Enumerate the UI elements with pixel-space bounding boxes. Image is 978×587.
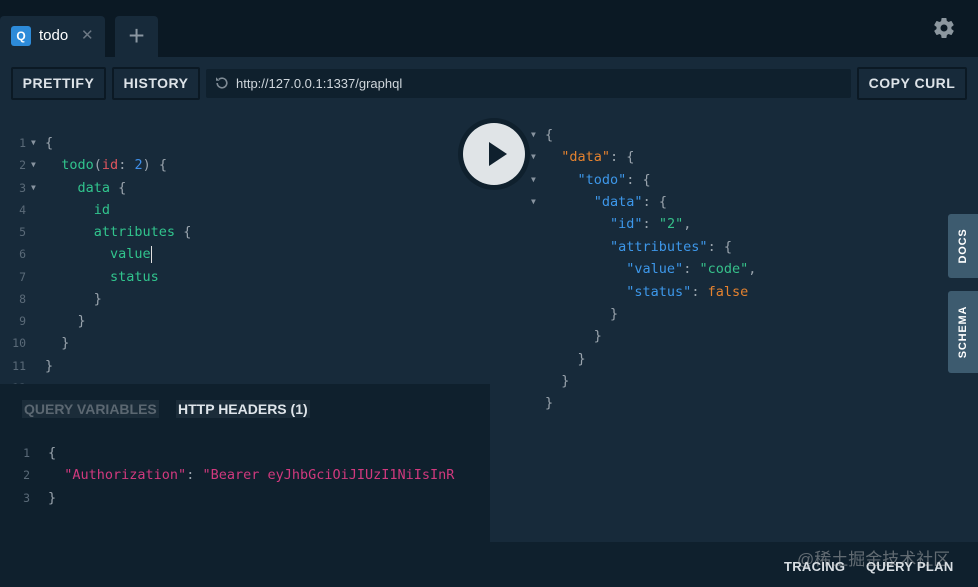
- code-line: }: [545, 395, 554, 411]
- tab-todo[interactable]: Q todo ✕: [0, 16, 105, 57]
- fold-arrow-icon[interactable]: ▼: [531, 124, 536, 146]
- copy-curl-button[interactable]: COPY CURL: [857, 67, 967, 100]
- execute-query-button[interactable]: [458, 118, 530, 190]
- fold-arrow-icon[interactable]: ▼: [31, 154, 36, 176]
- endpoint-url-input[interactable]: http://127.0.0.1:1337/graphql: [206, 69, 851, 98]
- line-number: 6: [19, 247, 26, 261]
- graphql-query-badge: Q: [11, 26, 31, 46]
- fold-arrow-icon[interactable]: ▼: [531, 146, 536, 168]
- code-line: "status": false: [626, 284, 749, 300]
- line-number: 8: [19, 292, 26, 306]
- fold-arrow-icon[interactable]: ▼: [531, 169, 536, 191]
- line-number: 3: [19, 181, 26, 195]
- code-line: "data": {: [561, 149, 635, 165]
- code-line: value: [110, 245, 152, 263]
- query-editor[interactable]: 1 2 3 4 5 6 7 8 9 10 11 12 ▼ ▼ ▼ { todo(…: [0, 109, 490, 384]
- variables-tabs: QUERY VARIABLES HTTP HEADERS (1): [0, 384, 490, 429]
- line-number: 11: [12, 359, 26, 373]
- add-tab-button[interactable]: +: [115, 16, 158, 57]
- code-line: {: [45, 135, 54, 151]
- code-line: status: [110, 269, 159, 285]
- line-number: 4: [19, 203, 26, 217]
- code-line: }: [77, 313, 86, 329]
- line-number: 7: [19, 270, 26, 284]
- docs-tab[interactable]: DOCS: [948, 214, 978, 278]
- line-number: 5: [19, 225, 26, 239]
- code-line: }: [593, 328, 602, 344]
- gear-icon[interactable]: [932, 16, 956, 40]
- close-icon[interactable]: ✕: [81, 26, 94, 44]
- code-line: "attributes": {: [610, 239, 732, 255]
- code-line: }: [61, 335, 70, 351]
- http-headers-editor[interactable]: 1 2 3 { "Authorization": "Bearer eyJhbGc…: [0, 429, 490, 587]
- code-line: }: [577, 351, 586, 367]
- code-line: attributes {: [93, 224, 192, 240]
- tab-bar: Q todo ✕ +: [0, 0, 978, 57]
- schema-tab[interactable]: SCHEMA: [948, 291, 978, 373]
- code-line: data {: [77, 180, 127, 196]
- code-line: }: [561, 373, 570, 389]
- fold-arrow-icon[interactable]: ▼: [31, 132, 36, 154]
- code-line: "id": "2",: [610, 216, 692, 232]
- tab-query-variables[interactable]: QUERY VARIABLES: [22, 400, 159, 418]
- result-viewer: ▼ ▼ ▼ ▼ { "data": { "todo": { "data": { …: [490, 109, 978, 542]
- fold-arrow-icon[interactable]: ▼: [31, 177, 36, 199]
- endpoint-url: http://127.0.0.1:1337/graphql: [236, 76, 403, 91]
- code-line: {: [48, 445, 57, 461]
- code-line: "todo": {: [577, 172, 651, 188]
- tab-http-headers[interactable]: HTTP HEADERS (1): [176, 400, 310, 418]
- line-number: 2: [23, 468, 30, 482]
- play-icon: [489, 142, 507, 166]
- line-number: 12: [0, 377, 26, 384]
- code-line: }: [93, 291, 102, 307]
- code-line: }: [48, 490, 57, 506]
- prettify-button[interactable]: PRETTIFY: [11, 67, 106, 100]
- line-number: 10: [12, 336, 26, 350]
- code-line: "data": {: [593, 194, 667, 210]
- code-line: todo(id: 2) {: [61, 157, 167, 173]
- code-line: {: [545, 127, 554, 143]
- code-line: }: [610, 306, 619, 322]
- text-cursor: [150, 245, 152, 263]
- line-number: 1: [23, 446, 30, 460]
- fold-arrow-icon[interactable]: ▼: [531, 191, 536, 213]
- tab-label: todo: [39, 27, 69, 44]
- code-line: "Authorization": "Bearer eyJhbGciOiJIUzI…: [64, 467, 455, 483]
- toolbar: PRETTIFY HISTORY http://127.0.0.1:1337/g…: [0, 57, 978, 109]
- bottom-tabs: TRACING QUERY PLAN @稀土掘金技术社区: [490, 542, 978, 587]
- reload-icon[interactable]: [214, 75, 230, 91]
- code-line: }: [45, 358, 54, 374]
- history-button[interactable]: HISTORY: [112, 67, 200, 100]
- line-number: 2: [19, 158, 26, 172]
- line-number: 1: [19, 136, 26, 150]
- watermark: @稀土掘金技术社区: [797, 550, 951, 569]
- code-line: id: [93, 202, 111, 218]
- line-number: 3: [23, 491, 30, 505]
- line-number: 9: [19, 314, 26, 328]
- code-line: "value": "code",: [626, 261, 757, 277]
